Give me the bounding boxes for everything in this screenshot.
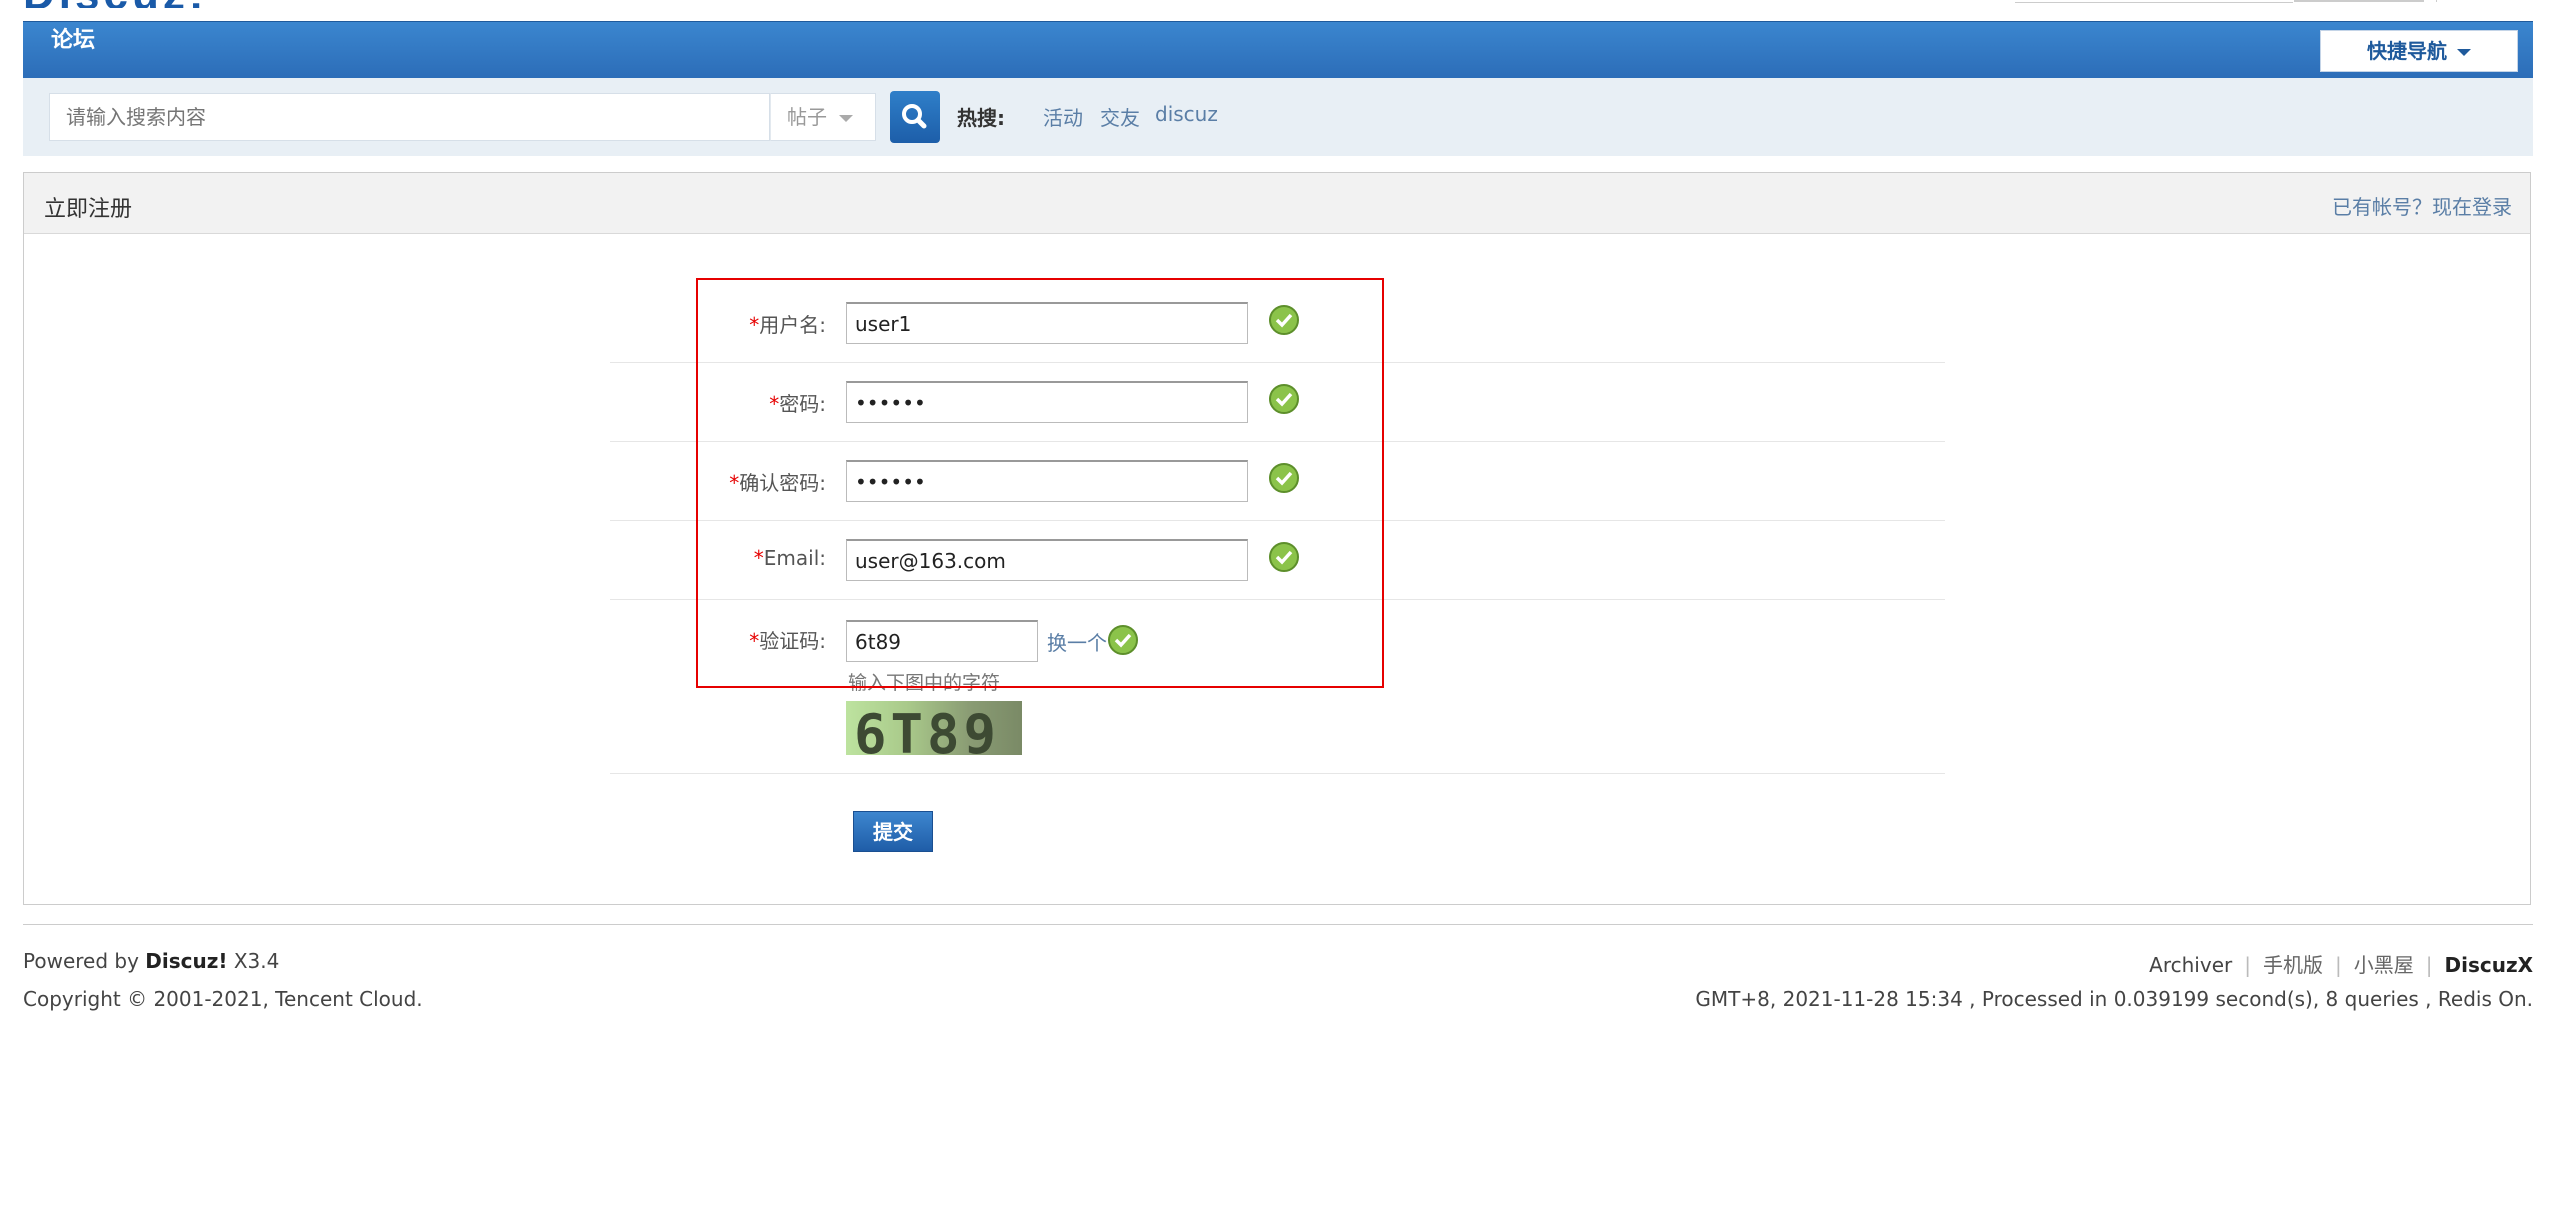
hot-search-label: 热搜: (957, 106, 1005, 130)
hot-link-activity[interactable]: 活动 (1043, 102, 1083, 131)
search-type-label: 帖子 (787, 105, 827, 129)
search-button[interactable] (890, 91, 940, 143)
footer-stats: GMT+8, 2021-11-28 15:34 , Processed in 0… (1695, 987, 2533, 1011)
footer-divider (23, 924, 2533, 925)
footer-links: Archiver | 手机版 | 小黑屋 | DiscuzX (2149, 953, 2533, 977)
search-icon (902, 104, 927, 129)
quick-nav-button[interactable]: 快捷导航 (2320, 30, 2518, 72)
search-input-wrapper (49, 93, 770, 141)
search-bar: 帖子 热搜: 活动 交友 discuz (23, 78, 2533, 156)
search-type-select[interactable]: 帖子 (770, 93, 876, 141)
copyright: Copyright © 2001-2021, Tencent Cloud. (23, 987, 423, 1011)
chevron-down-icon (2457, 49, 2471, 56)
top-divider (2436, 0, 2437, 2)
row-divider (610, 773, 1945, 774)
footer-brand-link[interactable]: DiscuzX (2444, 953, 2533, 977)
footer-link-mobile[interactable]: 手机版 (2263, 953, 2323, 977)
panel-header: 立即注册 已有帐号？现在登录 (24, 173, 2530, 234)
login-link[interactable]: 已有帐号？现在登录 (2332, 191, 2512, 220)
nav-item-forum[interactable]: 论坛 (51, 22, 95, 78)
page-title: 立即注册 (44, 197, 133, 222)
main-navbar: 论坛 快捷导航 (23, 21, 2533, 79)
footer-link-blacklist[interactable]: 小黑屋 (2354, 953, 2414, 977)
hot-link-discuz[interactable]: discuz (1155, 102, 1218, 126)
site-logo[interactable]: Discuz! (23, 0, 263, 8)
search-input[interactable] (50, 94, 758, 140)
submit-button[interactable]: 提交 (853, 811, 933, 852)
top-button-stub (2294, 0, 2424, 2)
footer-link-archiver[interactable]: Archiver (2149, 953, 2232, 977)
top-search-stub (2015, 0, 2293, 3)
powered-by: Powered by Discuz! X3.4 (23, 949, 280, 973)
discuz-link[interactable]: Discuz! (145, 949, 227, 973)
chevron-down-icon (839, 115, 853, 122)
hot-link-friends[interactable]: 交友 (1100, 102, 1140, 131)
form-highlight-box (696, 278, 1384, 688)
quick-nav-label: 快捷导航 (2367, 39, 2447, 63)
captcha-image[interactable]: 6T89 (846, 701, 1022, 755)
